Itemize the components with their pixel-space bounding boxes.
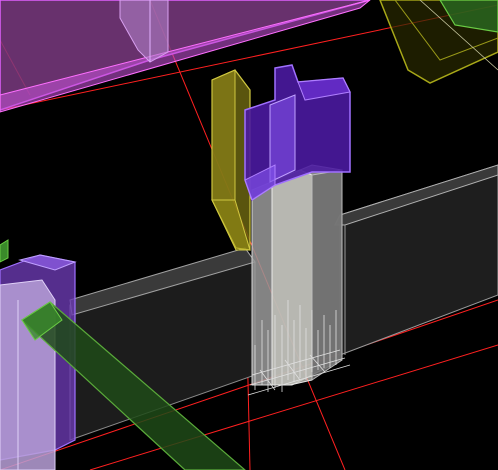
grey-wall-right[interactable] — [334, 164, 498, 356]
scene-canvas[interactable] — [0, 0, 498, 470]
olive-frame-top-right[interactable] — [379, 0, 498, 84]
violet-column-left[interactable] — [0, 254, 77, 470]
white-column[interactable] — [251, 164, 343, 386]
3d-viewport[interactable] — [0, 0, 498, 470]
